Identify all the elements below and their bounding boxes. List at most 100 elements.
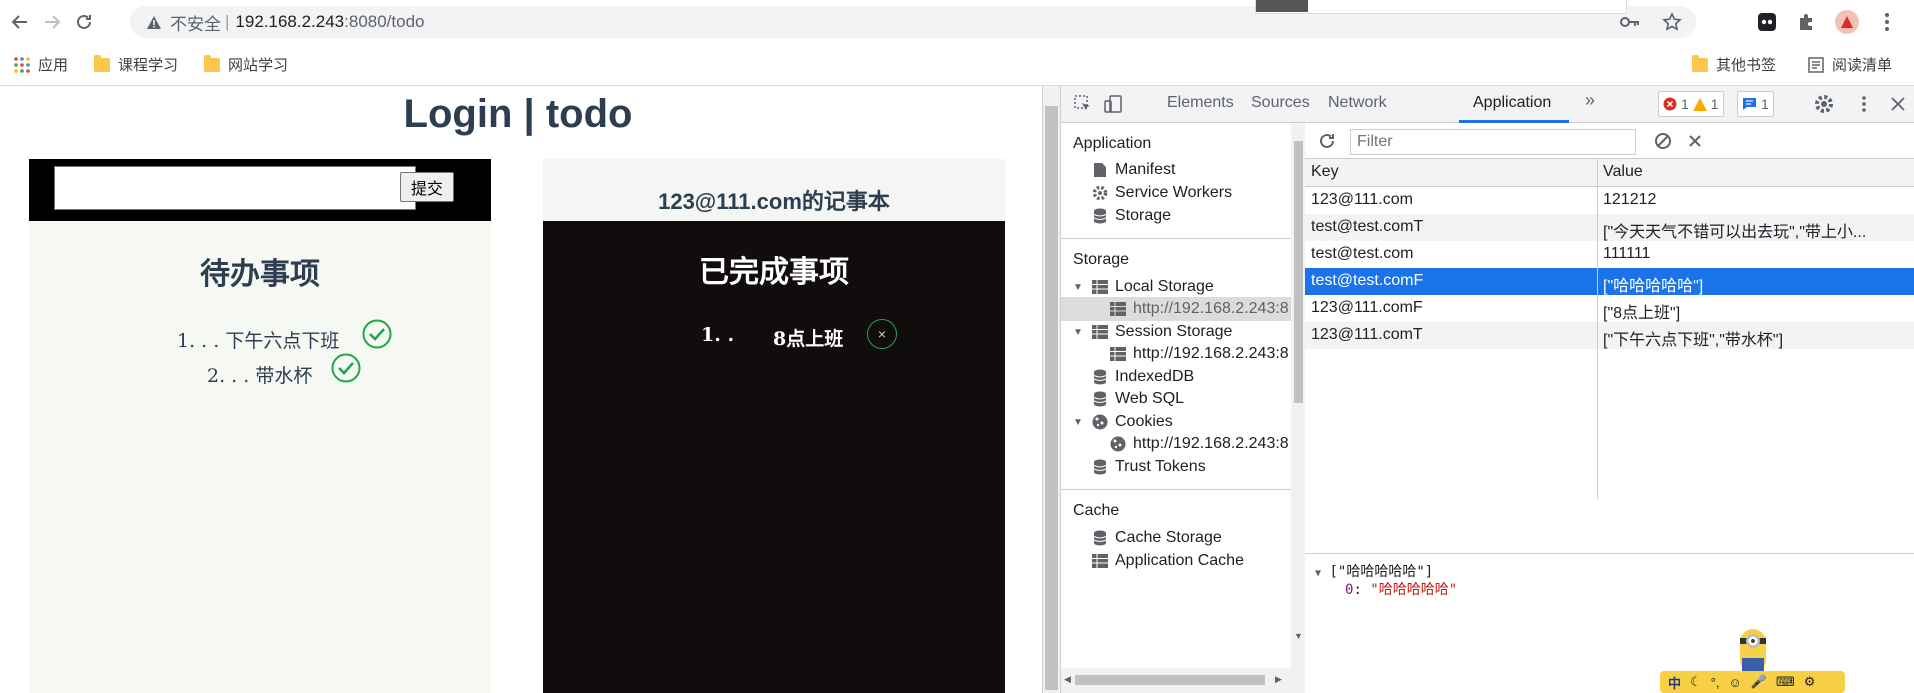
punctuation-icon[interactable]: °,: [1711, 675, 1720, 690]
scroll-thumb[interactable]: [1294, 141, 1303, 403]
sidebar-item-cookies-origin[interactable]: http://192.168.2.243:8: [1109, 435, 1289, 453]
column-header-key[interactable]: Key: [1311, 163, 1595, 181]
row-value: 111111: [1603, 245, 1651, 262]
expand-triangle-icon[interactable]: ▼: [1073, 327, 1085, 338]
moon-icon[interactable]: ☾: [1690, 674, 1702, 690]
check-circle-icon[interactable]: [362, 319, 392, 349]
page-scrollbar[interactable]: [1043, 86, 1061, 693]
table-row[interactable]: 123@111.comT ["下午六点下班","带水杯"]: [1305, 322, 1914, 349]
bookmark-folder-courses[interactable]: 课程学习: [94, 54, 178, 75]
row-key: 123@111.comF: [1311, 299, 1423, 316]
sidebar-item-websql[interactable]: Web SQL: [1091, 390, 1184, 408]
row-key: 123@111.com: [1311, 191, 1413, 208]
todo-input[interactable]: [54, 166, 416, 210]
ime-mode-label[interactable]: 中: [1668, 673, 1681, 692]
bookmark-apps[interactable]: 应用: [14, 54, 68, 75]
mascot-icon[interactable]: [1734, 623, 1772, 675]
sidebar-item-application-cache[interactable]: Application Cache: [1091, 552, 1244, 570]
back-button[interactable]: [6, 8, 34, 36]
sidebar-item-local-storage[interactable]: ▼ Local Storage: [1073, 278, 1214, 296]
inspect-element-icon[interactable]: [1071, 92, 1095, 116]
tab-network[interactable]: Network: [1328, 94, 1387, 112]
insecure-label: 不安全: [170, 14, 221, 34]
microphone-icon[interactable]: 🎤: [1751, 674, 1767, 690]
devtools-menu-icon[interactable]: [1852, 92, 1876, 116]
scroll-left-arrow-icon[interactable]: ◀: [1064, 674, 1071, 685]
table-icon: [1091, 552, 1109, 570]
sidebar-item-cookies[interactable]: ▼ Cookies: [1073, 413, 1173, 431]
document-icon: [1091, 161, 1109, 179]
table-row[interactable]: test@test.com 111111: [1305, 241, 1914, 268]
refresh-icon[interactable]: [1315, 129, 1339, 153]
sidebar-item-label: Cache Storage: [1115, 529, 1222, 546]
device-toolbar-icon[interactable]: [1101, 92, 1125, 116]
expand-triangle-icon[interactable]: ▼: [1073, 417, 1085, 428]
section-header-cache: Cache: [1073, 502, 1120, 519]
scroll-right-arrow-icon[interactable]: ▶: [1275, 674, 1282, 685]
sidebar-item-service-workers[interactable]: Service Workers: [1091, 184, 1232, 202]
row-key: 123@111.comT: [1311, 326, 1423, 343]
messages-badge[interactable]: 1: [1737, 91, 1774, 117]
sidebar-item-trust-tokens[interactable]: Trust Tokens: [1091, 458, 1206, 476]
expand-triangle-icon[interactable]: ▼: [1315, 568, 1321, 579]
sidebar-item-label: IndexedDB: [1115, 368, 1195, 385]
table-icon: [1091, 278, 1109, 296]
submit-button[interactable]: 提交: [400, 172, 454, 202]
table-row[interactable]: 123@111.comF ["8点上班"]: [1305, 295, 1914, 322]
bookmark-folder-sites[interactable]: 网站学习: [204, 54, 288, 75]
delete-selected-icon[interactable]: [1683, 129, 1707, 153]
table-row[interactable]: 123@111.com 121212: [1305, 187, 1914, 214]
delete-button[interactable]: ×: [867, 319, 897, 349]
folder-icon: [204, 54, 220, 72]
close-devtools-icon[interactable]: [1886, 92, 1910, 116]
browser-menu-icon[interactable]: [1873, 8, 1901, 36]
expand-triangle-icon[interactable]: ▼: [1073, 282, 1085, 293]
star-icon[interactable]: [1660, 10, 1684, 34]
warning-icon: [142, 15, 166, 29]
table-row[interactable]: test@test.comT ["今天天气不错可以出去玩","带上小...: [1305, 214, 1914, 241]
column-divider[interactable]: [1597, 159, 1598, 499]
emoji-icon[interactable]: ☺: [1728, 675, 1741, 690]
sidebar-item-session-storage[interactable]: ▼ Session Storage: [1073, 323, 1232, 341]
ime-settings-icon[interactable]: ⚙: [1804, 674, 1816, 690]
reload-button[interactable]: [70, 8, 98, 36]
reading-list-button[interactable]: 阅读清单: [1808, 54, 1892, 75]
more-tabs-button[interactable]: »: [1585, 90, 1595, 111]
url-path: :8080/todo: [344, 12, 425, 31]
sidebar-item-storage[interactable]: Storage: [1091, 207, 1171, 225]
scroll-thumb[interactable]: [1045, 106, 1058, 690]
sidebar-item-manifest[interactable]: Manifest: [1091, 161, 1175, 179]
sidebar-item-label: http://192.168.2.243:8: [1133, 345, 1289, 362]
table-row-selected[interactable]: test@test.comF ["哈哈哈哈哈"]: [1305, 268, 1914, 295]
column-header-value[interactable]: Value: [1603, 163, 1909, 181]
preview-root[interactable]: ▼ ["哈哈哈哈哈"]: [1315, 561, 1433, 581]
sidebar-horizontal-scrollbar[interactable]: ◀ ▶: [1061, 668, 1305, 693]
todo-number: 1. . .: [177, 330, 220, 352]
extension-dark-icon[interactable]: [1753, 8, 1781, 36]
sidebar-item-label: Manifest: [1115, 161, 1176, 178]
profile-avatar[interactable]: [1833, 8, 1861, 36]
scroll-thumb[interactable]: [1075, 675, 1265, 685]
sidebar-item-session-origin[interactable]: http://192.168.2.243:8: [1109, 345, 1289, 363]
scroll-down-arrow-icon[interactable]: ▼: [1294, 631, 1303, 641]
sidebar-item-local-origin[interactable]: http://192.168.2.243:8: [1061, 297, 1304, 321]
extensions-puzzle-icon[interactable]: [1793, 8, 1821, 36]
clear-all-icon[interactable]: [1651, 129, 1675, 153]
sidebar-item-cache-storage[interactable]: Cache Storage: [1091, 529, 1222, 547]
issues-badge[interactable]: 1 1: [1658, 91, 1724, 117]
keyboard-icon[interactable]: ⌨: [1776, 674, 1795, 690]
check-circle-icon[interactable]: [331, 353, 361, 383]
tab-sources[interactable]: Sources: [1251, 94, 1310, 112]
sidebar-item-indexeddb[interactable]: IndexedDB: [1091, 368, 1194, 386]
forward-button[interactable]: [38, 8, 66, 36]
bookmark-folder-other[interactable]: 其他书签: [1692, 54, 1776, 75]
ime-toolbar[interactable]: 中 ☾ °, ☺ 🎤 ⌨ ⚙: [1660, 671, 1845, 693]
page-title: Login | todo: [403, 92, 633, 136]
sidebar-item-label: Session Storage: [1115, 323, 1233, 340]
notebook-panel: 123@111.com的记事本 已完成事项 1. . 8点上班 ×: [543, 159, 1005, 693]
tab-elements[interactable]: Elements: [1167, 94, 1234, 112]
filter-input[interactable]: [1350, 129, 1636, 155]
sidebar-scrollbar[interactable]: ▼: [1291, 123, 1305, 693]
tab-application[interactable]: Application: [1473, 94, 1551, 112]
settings-gear-icon[interactable]: [1812, 92, 1836, 116]
